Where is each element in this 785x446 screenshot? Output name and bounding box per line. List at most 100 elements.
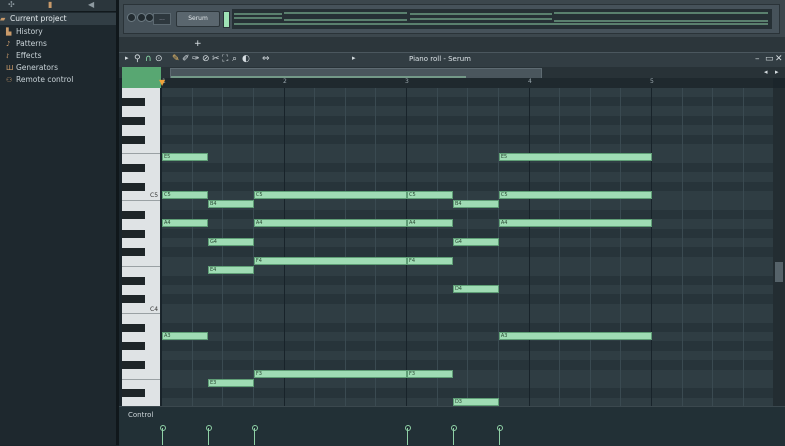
black-key[interactable]	[122, 182, 145, 191]
playhead-marker-icon[interactable]: ▼	[159, 78, 165, 87]
pan-arrows-icon[interactable]: ⇔	[262, 54, 270, 64]
beat-line	[620, 88, 622, 406]
delete-icon[interactable]: ✑	[192, 54, 200, 64]
playback-icon[interactable]: ◐	[242, 54, 250, 64]
piano-roll-menu-corner[interactable]	[122, 67, 161, 88]
vertical-scrollbar[interactable]	[773, 88, 785, 406]
note-a3[interactable]: A3	[498, 332, 652, 340]
zoom-icon[interactable]: ⌕	[232, 54, 237, 64]
black-key[interactable]	[122, 276, 145, 285]
channel-mute-led[interactable]	[127, 13, 136, 22]
folder-icon[interactable]: ▮	[48, 0, 52, 9]
channel-select-led[interactable]	[223, 11, 230, 28]
note-d4[interactable]: D4	[452, 285, 499, 293]
note-g4[interactable]: G4	[452, 238, 499, 246]
note-d3[interactable]: D3	[452, 397, 499, 406]
note-c5[interactable]: C5	[407, 191, 453, 199]
timeline-ruler[interactable]	[161, 78, 773, 88]
note-g4[interactable]: G4	[207, 238, 254, 246]
magnet-icon[interactable]: ⚲	[134, 54, 141, 64]
browser-item-current-project[interactable]: ▰ Current project	[0, 13, 116, 25]
note-e5[interactable]: E5	[162, 153, 208, 162]
note-grid[interactable]: E5 C5 A4 A3 B4 G4 E4 E3 C5 A4 F4 F3 C5 A4 F4 F3 B4 G4 D4 D3…	[161, 88, 773, 406]
velocity-handle[interactable]	[496, 425, 503, 431]
black-key[interactable]	[122, 248, 145, 257]
browser-item-remote-control[interactable]: ⚇ Remote control	[0, 74, 122, 86]
note-f3[interactable]: F3	[407, 369, 453, 378]
pattern-preview-notes	[234, 12, 768, 25]
white-key-divider	[122, 379, 160, 380]
black-key[interactable]	[122, 295, 145, 304]
pattern-icon: ♪	[6, 40, 11, 48]
velocity-handle[interactable]	[405, 425, 411, 431]
black-key[interactable]	[122, 342, 145, 351]
add-icon[interactable]: ✣	[8, 0, 15, 9]
speaker-icon[interactable]: ◀	[88, 0, 94, 9]
black-key[interactable]	[122, 163, 145, 172]
black-key[interactable]	[122, 135, 145, 144]
velocity-handle[interactable]	[251, 425, 258, 431]
bar-line	[283, 88, 285, 406]
minimize-icon[interactable]: –	[755, 54, 760, 64]
velocity-handle[interactable]	[160, 425, 166, 431]
channel-pattern-preview[interactable]	[232, 9, 772, 29]
note-f4[interactable]: F4	[253, 256, 407, 265]
channel-button-serum[interactable]: Serum	[176, 11, 220, 27]
slice-icon[interactable]: ✂	[212, 54, 220, 64]
bar-line	[406, 88, 407, 406]
note-e4[interactable]: E4	[207, 266, 254, 275]
note-c5[interactable]: C5	[253, 191, 407, 199]
maximize-icon[interactable]: ▭	[765, 54, 774, 64]
note-a4[interactable]: A4	[407, 219, 453, 228]
browser-item-history[interactable]: ▙ History	[0, 26, 122, 38]
bar-number: 2	[283, 78, 287, 85]
black-key[interactable]	[122, 210, 145, 219]
add-channel-button[interactable]: +	[194, 39, 202, 49]
note-a3[interactable]: A3	[162, 332, 208, 340]
note-f4[interactable]: F4	[407, 256, 453, 265]
note-f3[interactable]: F3	[253, 369, 407, 378]
velocity-handle[interactable]	[450, 425, 457, 431]
mute-icon[interactable]: ⊘	[202, 54, 210, 64]
note-e5[interactable]: E5	[498, 153, 652, 162]
black-key[interactable]	[122, 361, 145, 370]
note-c5[interactable]: C5	[498, 191, 652, 199]
chevron-right-icon[interactable]: ▸	[352, 54, 356, 62]
beat-line	[467, 88, 469, 406]
note-b4[interactable]: B4	[207, 200, 254, 209]
black-key[interactable]	[122, 229, 145, 238]
browser-item-patterns[interactable]: ♪ Patterns	[0, 38, 122, 50]
scroll-right-icon[interactable]: ▸	[775, 68, 779, 76]
browser-item-effects[interactable]: ⥌ Effects	[0, 50, 122, 62]
note-b4[interactable]: B4	[452, 200, 499, 209]
pencil-icon[interactable]: ✎	[172, 54, 180, 64]
velocity-handle[interactable]	[205, 425, 212, 431]
black-key[interactable]	[122, 116, 145, 125]
black-key[interactable]	[122, 98, 145, 106]
mixer-track-selector[interactable]: ...	[153, 13, 171, 25]
close-icon[interactable]: ✕	[775, 54, 783, 64]
arrow-right-icon[interactable]: ▸	[125, 54, 129, 62]
beat-line	[589, 88, 591, 406]
generators-icon: Ш	[6, 64, 14, 72]
vertical-scroll-thumb[interactable]	[775, 262, 783, 282]
control-label[interactable]: Control	[128, 411, 153, 419]
snap-icon[interactable]: ∩	[145, 54, 152, 64]
browser-item-generators[interactable]: Ш Generators	[0, 62, 122, 74]
beat-line	[436, 88, 438, 406]
paint-icon[interactable]: ✐	[182, 54, 190, 64]
black-key[interactable]	[122, 323, 145, 332]
play-icon[interactable]: ⊙	[155, 54, 163, 64]
note-a4[interactable]: A4	[162, 219, 208, 228]
black-key[interactable]	[122, 389, 145, 398]
select-icon[interactable]: ⛶	[222, 54, 228, 64]
bar-number: 4	[528, 78, 532, 85]
scroll-left-icon[interactable]: ◂	[764, 68, 768, 76]
piano-roll-title: Piano roll - Serum	[409, 55, 472, 63]
piano-keyboard[interactable]	[122, 88, 160, 427]
note-a4[interactable]: A4	[498, 219, 652, 228]
beat-line	[344, 88, 346, 406]
note-e3[interactable]: E3	[207, 379, 254, 387]
note-a4[interactable]: A4	[253, 219, 407, 228]
note-c5[interactable]: C5	[162, 191, 208, 199]
